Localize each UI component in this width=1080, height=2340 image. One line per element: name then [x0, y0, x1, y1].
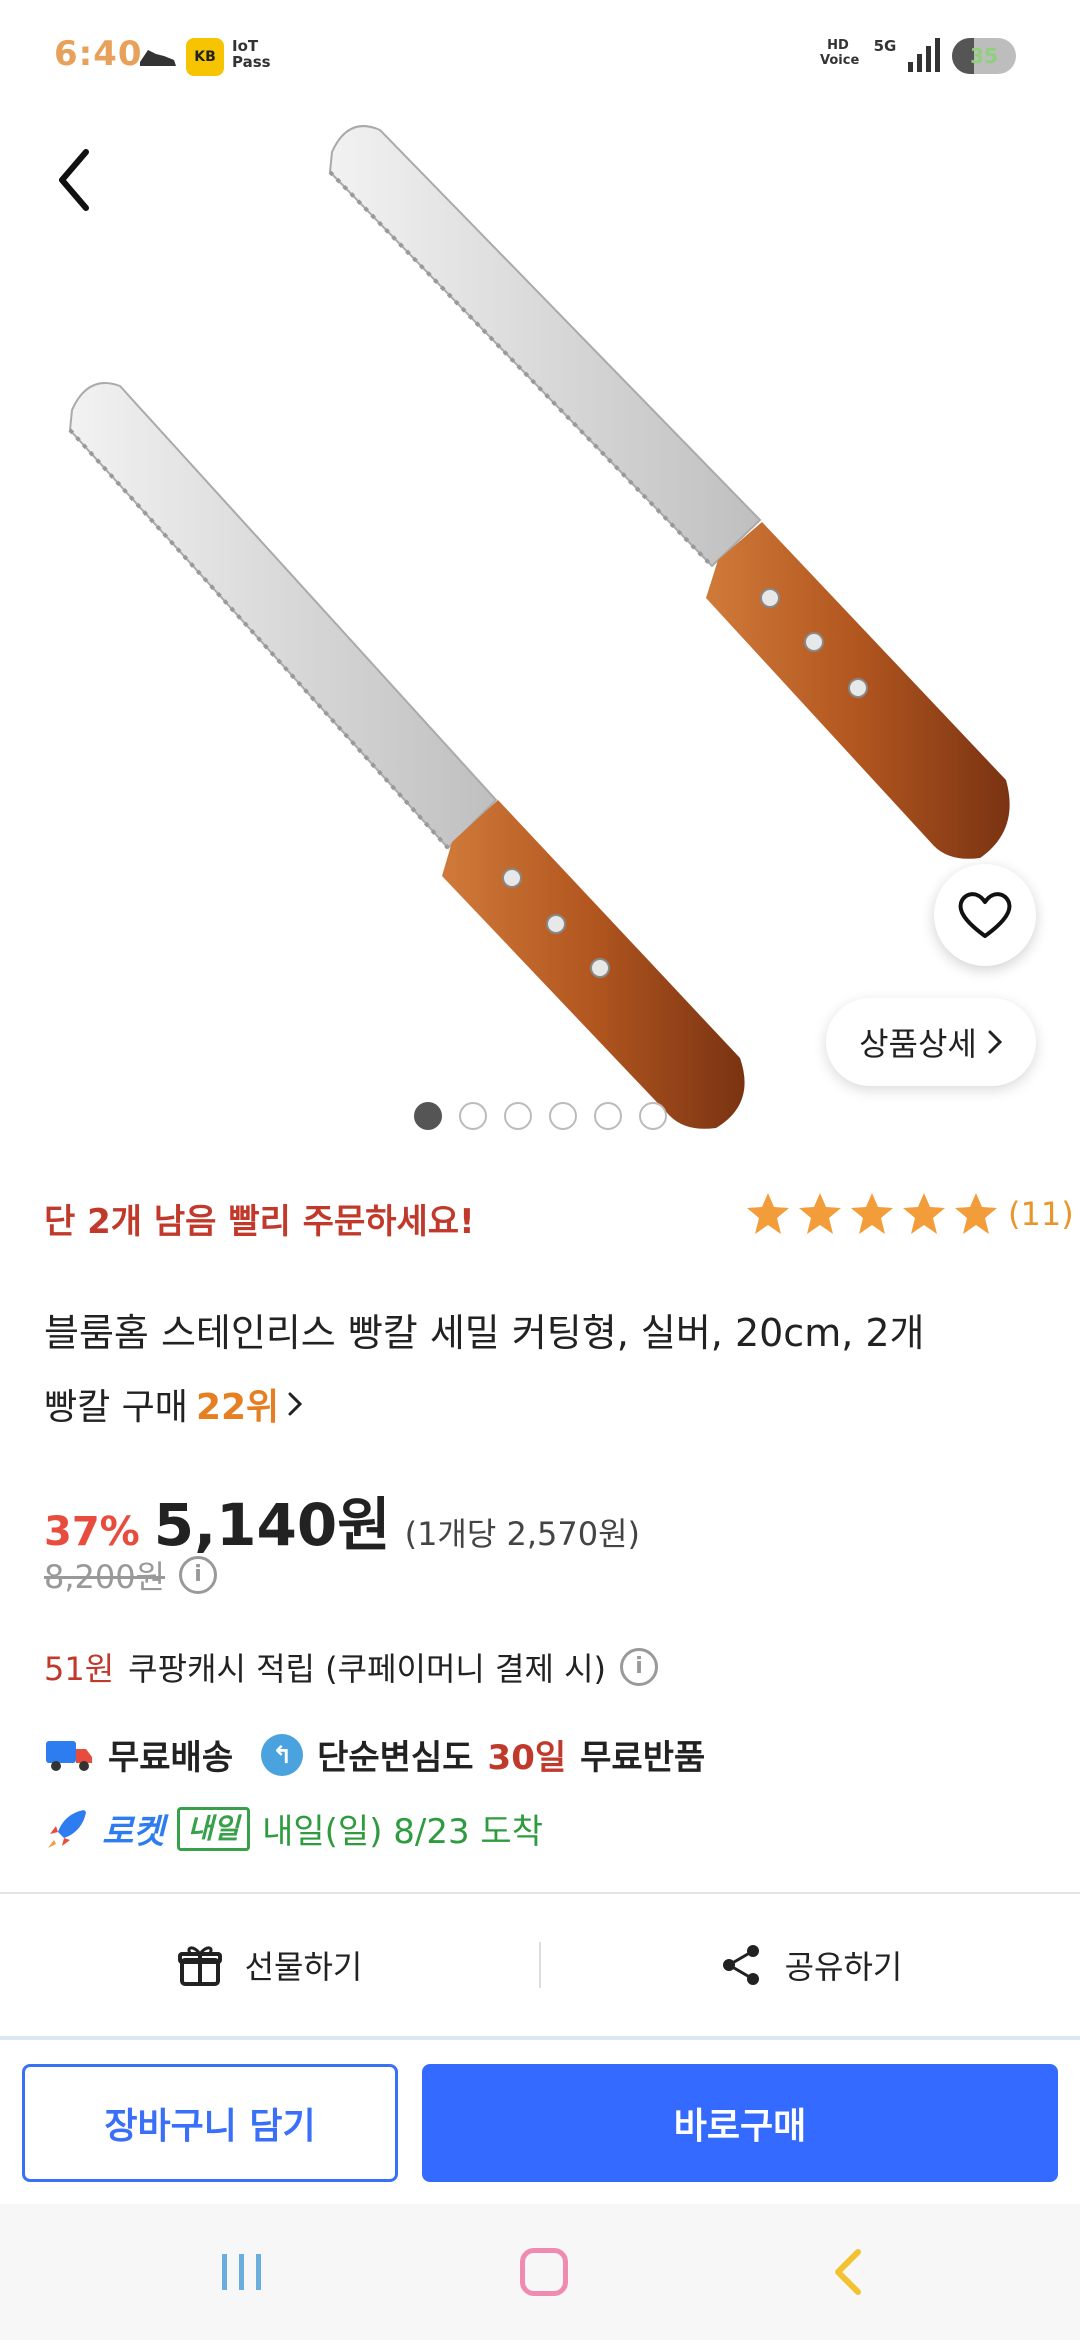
system-nav-bar — [0, 2204, 1080, 2340]
star-icon — [955, 1193, 997, 1234]
share-label: 공유하기 — [784, 1948, 903, 1986]
star-icon — [903, 1193, 945, 1234]
battery-icon: 35 — [952, 38, 1016, 74]
return-policy-prefix: 단순변심도 — [317, 1738, 474, 1778]
return-icon: ↰ — [261, 1733, 304, 1776]
network-5g-icon: 5G — [873, 37, 897, 55]
star-icon — [799, 1193, 841, 1234]
pager-dot[interactable] — [458, 1102, 487, 1130]
chevron-right-icon — [288, 1392, 303, 1416]
cash-back-row: 51원 쿠팡캐시 적립 (쿠페이머니 결제 시) i — [44, 1644, 658, 1690]
back-nav-icon[interactable] — [828, 2246, 868, 2298]
arrival-date: 내일(일) 8/23 도착 — [262, 1812, 543, 1852]
buy-now-button[interactable]: 바로구매 — [422, 2064, 1058, 2182]
rocket-delivery-row: 로켓 내일 내일(일) 8/23 도착 — [44, 1804, 543, 1853]
rocket-icon — [48, 1809, 86, 1848]
signal-icon — [908, 38, 940, 72]
share-icon — [722, 1945, 759, 1985]
wishlist-button[interactable] — [934, 864, 1036, 966]
home-icon[interactable] — [520, 2248, 568, 2296]
star-icon — [747, 1193, 789, 1234]
pager-dot[interactable] — [593, 1102, 622, 1130]
product-title: 블룸홈 스테인리스 빵칼 세밀 커팅형, 실버, 20cm, 2개 — [44, 1311, 925, 1355]
product-image[interactable] — [0, 110, 1080, 1130]
chevron-right-icon — [988, 1030, 1002, 1054]
shoe-icon — [140, 50, 176, 66]
gift-label: 선물하기 — [244, 1948, 363, 1986]
heart-icon — [958, 892, 1012, 938]
rocket-tomorrow-badge: 내일 — [176, 1806, 251, 1851]
recent-apps-icon[interactable] — [218, 2250, 266, 2294]
rank-value: 22위 — [195, 1387, 280, 1428]
return-policy-suffix: 무료반품 — [580, 1738, 706, 1778]
return-policy-days: 30일 — [487, 1738, 567, 1778]
free-shipping: 무료배송 — [108, 1738, 234, 1778]
original-price-row: 8,200원 i — [44, 1552, 218, 1598]
info-icon[interactable]: i — [179, 1556, 218, 1594]
pager-dot[interactable] — [413, 1102, 442, 1130]
discount-rate: 37% — [44, 1509, 140, 1555]
iot-pass-icon: IoT Pass — [232, 37, 271, 71]
gift-icon — [177, 1946, 222, 1986]
status-time: 6:40 — [54, 34, 143, 74]
kb-app-icon: KB — [186, 38, 224, 76]
info-icon[interactable]: i — [620, 1648, 658, 1686]
action-row: 선물하기 공유하기 — [0, 1894, 1080, 2036]
pager-dot[interactable] — [638, 1102, 667, 1130]
battery-level: 35 — [970, 44, 998, 68]
unit-price: (1개당 2,570원) — [404, 1515, 641, 1553]
image-pager — [0, 1102, 1080, 1132]
delivery-row: 무료배송 ↰ 단순변심도 30일 무료반품 — [44, 1730, 705, 1779]
rank-label: 빵칼 구매 — [44, 1387, 188, 1428]
share-button[interactable]: 공유하기 — [541, 1942, 1080, 1988]
stock-alert: 단 2개 남음 빨리 주문하세요! — [44, 1202, 475, 1242]
cta-bar: 장바구니 담기 바로구매 — [0, 2040, 1080, 2204]
truck-icon — [46, 1740, 92, 1771]
product-detail-label: 상품상세 — [859, 1025, 977, 1063]
cash-back-text: 쿠팡캐시 적립 (쿠페이머니 결제 시) — [128, 1650, 606, 1688]
pager-dot[interactable] — [503, 1102, 532, 1130]
add-to-cart-button[interactable]: 장바구니 담기 — [22, 2064, 398, 2182]
pager-dot[interactable] — [548, 1102, 577, 1130]
cash-back-amount: 51원 — [44, 1650, 115, 1688]
hd-voice-icon: HD Voice — [820, 38, 860, 68]
star-icon — [851, 1193, 893, 1234]
rank-link[interactable]: 빵칼 구매 22위 — [44, 1378, 303, 1430]
back-button[interactable] — [46, 140, 106, 220]
sale-price: 5,140원 — [153, 1491, 391, 1559]
original-price: 8,200원 — [44, 1558, 166, 1596]
rating[interactable]: (11) — [744, 1190, 1074, 1238]
rocket-label: 로켓 — [102, 1812, 165, 1852]
status-bar: 6:40 KB IoT Pass HD Voice 5G 35 — [0, 0, 1080, 110]
gift-button[interactable]: 선물하기 — [0, 1942, 539, 1988]
review-count: (11) — [1008, 1195, 1074, 1233]
price-row: 37% 5,140원 (1개당 2,570원) — [44, 1478, 640, 1562]
product-detail-button[interactable]: 상품상세 — [826, 998, 1036, 1086]
